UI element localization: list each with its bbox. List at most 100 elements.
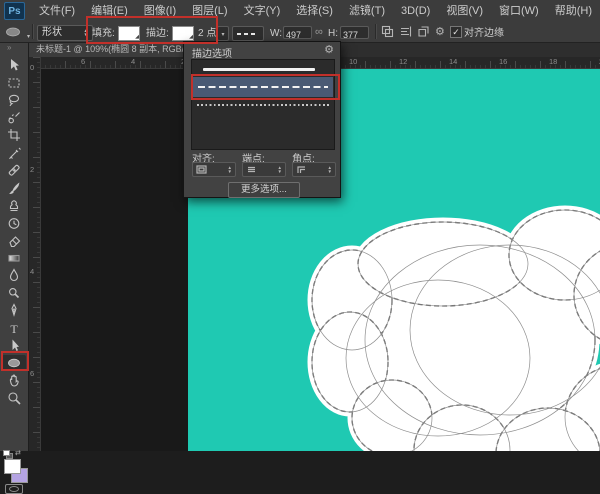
menu-item-2[interactable]: 图像(I) [136,0,184,22]
menu-item-0[interactable]: 文件(F) [31,0,83,22]
stroke-width-dropdown[interactable]: ▾ [217,26,229,41]
menu-item-7[interactable]: 3D(D) [393,0,438,22]
crop-icon [7,128,21,142]
align-select[interactable]: ▲▼ [192,162,236,177]
spot-healing-icon [7,163,21,177]
butt-cap-icon [246,165,257,174]
stroke-type-dropdown[interactable] [232,26,264,41]
h-ruler-number: 18 [549,58,557,66]
stroke-style-solid[interactable] [193,62,333,78]
align-inside-icon [196,165,207,174]
tool-mode-select[interactable]: 形状 ▲▼ [37,25,93,41]
photoshop-logo: Ps [4,2,25,20]
align-edges-checkbox[interactable]: ✓ [450,26,462,38]
tool-preset-button[interactable]: ▾ [4,25,30,39]
v-ruler-number: 0 [30,64,34,72]
menu-item-1[interactable]: 编辑(E) [83,0,136,22]
tool-marquee[interactable] [2,75,26,91]
stroke-style-list [191,59,335,150]
color-swatches: ⇄ [0,448,28,493]
hand-icon [7,373,21,387]
swatch-caret-icon: ◢ [135,35,139,40]
lasso-icon [7,93,21,107]
eyedropper-icon [7,146,21,160]
tool-pen[interactable] [2,302,26,318]
dodge-icon [7,286,21,300]
toolbar: » T ⇄ [0,42,29,451]
h-ruler-number: 16 [499,58,507,66]
tool-gradient[interactable] [2,250,26,266]
link-dimensions-icon[interactable]: ∞ [315,25,323,39]
stroke-options-panel: 描边选项 ⚙ 对齐: 端点: 角点: ▲▼ ▲▼ ▲▼ 更多选项... [183,41,341,198]
menu-item-10[interactable]: 帮助(H) [547,0,600,22]
path-select-icon [7,338,21,352]
tool-brush[interactable] [2,180,26,196]
menu-item-8[interactable]: 视图(V) [438,0,491,22]
tool-history-brush[interactable] [2,215,26,231]
dashed-line-preview-icon [237,33,257,35]
corners-select[interactable]: ▲▼ [292,162,336,177]
stroke-style-dotted[interactable] [193,98,333,112]
tool-eyedropper[interactable] [2,145,26,161]
h-ruler-number: 4 [131,58,135,66]
tool-clone-stamp[interactable] [2,197,26,213]
tool-zoom[interactable] [2,390,26,406]
menu-item-6[interactable]: 滤镜(T) [341,0,393,22]
caps-select[interactable]: ▲▼ [242,162,286,177]
tool-path-select[interactable] [2,337,26,353]
tool-crop[interactable] [2,127,26,143]
tool-eraser[interactable] [2,232,26,248]
h-ruler-number: 14 [449,58,457,66]
menu-item-5[interactable]: 选择(S) [288,0,341,22]
fill-color-swatch[interactable]: ◢ [118,26,140,41]
tool-type[interactable]: T [2,320,26,336]
updown-arrows-icon: ▲▼ [84,29,88,37]
toolbar-collapse-icon[interactable]: » [7,43,11,52]
height-field-label: H: [328,27,338,41]
gear-icon[interactable]: ⚙ [435,25,445,39]
gradient-icon [7,251,21,265]
solid-line-icon [203,68,315,71]
tool-spot-healing[interactable] [2,162,26,178]
tool-quick-select[interactable] [2,110,26,126]
path-arrangement-button[interactable] [417,25,432,40]
v-ruler-number: 4 [30,268,34,276]
menu-item-9[interactable]: 窗口(W) [491,0,547,22]
gear-icon[interactable]: ⚙ [324,43,334,56]
path-alignment-button[interactable] [399,25,414,40]
default-colors-icon[interactable] [3,450,12,458]
document-tab[interactable]: 未标题-1 @ 109%(椭圆 8 副本, RGB/8)* [28,42,197,57]
shape-height-input[interactable]: 377 像 [340,26,369,39]
tool-hand[interactable] [2,372,26,388]
swap-colors-icon[interactable]: ⇄ [15,449,21,457]
svg-text:T: T [10,322,18,335]
stroke-style-dashed-selected[interactable] [193,77,333,97]
v-ruler-number: 2 [30,166,34,174]
tool-ellipse[interactable] [2,355,26,371]
path-operations-button[interactable] [381,25,396,40]
ellipse-icon [7,356,21,370]
tool-blur[interactable] [2,267,26,283]
stroke-color-swatch[interactable]: ◢ [172,26,194,41]
h-ruler-number: 10 [349,58,357,66]
menu-item-3[interactable]: 图层(L) [184,0,235,22]
foreground-color-swatch[interactable] [4,459,21,474]
menu-bar: Ps 文件(F)编辑(E)图像(I)图层(L)文字(Y)选择(S)滤镜(T)3D… [0,0,600,23]
stroke-width-value[interactable]: 2 点 [198,27,216,41]
miter-corner-icon [296,165,307,174]
swatch-caret-icon: ◢ [189,35,193,40]
tool-mode-value: 形状 [42,26,62,40]
tool-lasso[interactable] [2,92,26,108]
quick-mask-button[interactable] [5,484,23,494]
width-field-label: W: [270,27,282,41]
more-options-button[interactable]: 更多选项... [228,182,300,198]
v-ruler-number: 6 [30,370,34,378]
marquee-icon [7,76,21,90]
tool-options-bar: ▾ 形状 ▲▼ 填充: ◢ 描边: ◢ 2 点 ▾ W: 497 像 ∞ H: … [0,22,600,43]
tool-dodge[interactable] [2,285,26,301]
h-ruler-number: 12 [399,58,407,66]
tool-move[interactable] [2,57,26,73]
menu-item-4[interactable]: 文字(Y) [236,0,289,22]
shape-width-input[interactable]: 497 像 [283,26,312,39]
vertical-ruler[interactable]: 0 2 4 6 [28,57,41,451]
